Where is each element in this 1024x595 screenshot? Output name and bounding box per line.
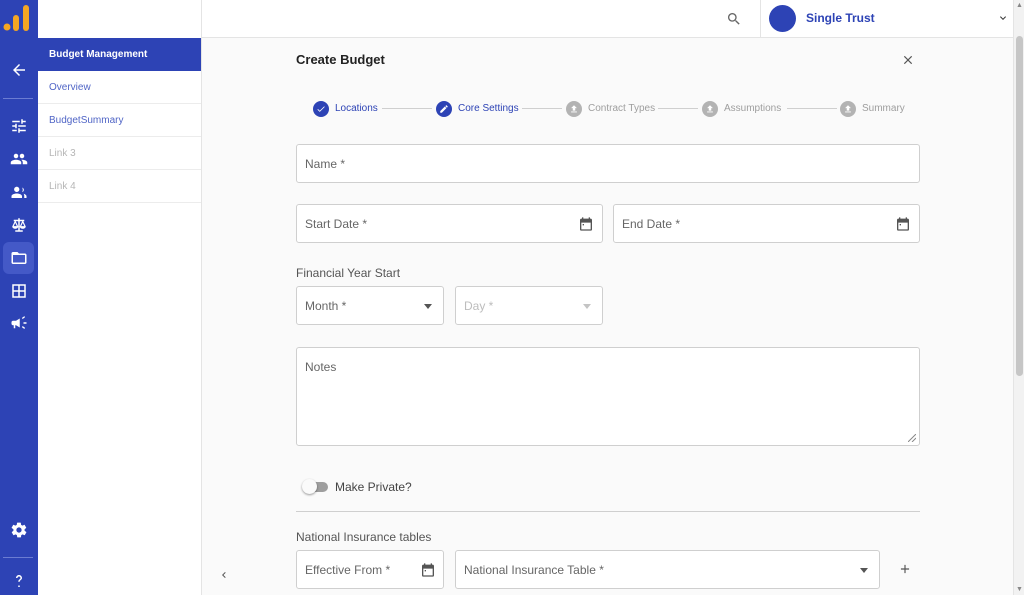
- stepper-connector: [658, 108, 698, 109]
- end-date-label: End Date *: [622, 217, 681, 231]
- section-divider: [296, 511, 920, 512]
- avatar[interactable]: [769, 5, 796, 32]
- chevron-down-icon[interactable]: [997, 12, 1009, 24]
- icon-rail: [0, 0, 38, 595]
- month-select[interactable]: Month *: [296, 286, 444, 325]
- group-icon[interactable]: [0, 177, 38, 207]
- dropdown-caret-icon: [424, 304, 432, 309]
- make-private-label: Make Private?: [335, 480, 412, 494]
- month-select-label: Month *: [305, 299, 347, 313]
- secondary-nav: Budget Management Overview BudgetSummary…: [38, 0, 202, 595]
- step-summary[interactable]: Summary: [840, 100, 905, 117]
- close-icon[interactable]: [901, 53, 915, 67]
- top-bar: Single Trust: [202, 0, 1013, 38]
- calendar-icon[interactable]: [420, 562, 436, 578]
- nav-section-title[interactable]: Budget Management: [38, 38, 201, 71]
- step-label: Locations: [335, 103, 378, 114]
- step-locations[interactable]: Locations: [313, 100, 378, 117]
- help-icon[interactable]: [0, 566, 38, 595]
- upload-icon: [702, 100, 718, 117]
- step-label: Core Settings: [458, 103, 519, 114]
- make-private-toggle[interactable]: [302, 479, 328, 494]
- day-select-label: Day *: [464, 299, 494, 313]
- ni-table-label: National Insurance Table *: [464, 563, 604, 577]
- step-label: Contract Types: [588, 103, 656, 114]
- stepper-connector: [382, 108, 432, 109]
- name-field[interactable]: Name *: [296, 144, 920, 183]
- nav-item-overview[interactable]: Overview: [38, 71, 201, 104]
- page-title: Create Budget: [296, 52, 385, 67]
- scrollbar-thumb[interactable]: [1016, 36, 1023, 376]
- table-icon[interactable]: [0, 276, 38, 306]
- nav-item-link-3: Link 3: [38, 137, 201, 170]
- upload-icon: [566, 100, 582, 117]
- stepper-connector: [787, 108, 837, 109]
- nav-item-link-4: Link 4: [38, 170, 201, 203]
- dropdown-caret-icon: [860, 568, 868, 573]
- user-name[interactable]: Single Trust: [806, 11, 875, 25]
- page-scrollbar[interactable]: ▲ ▼: [1013, 0, 1024, 595]
- notes-textarea[interactable]: Notes: [296, 347, 920, 446]
- step-label: Summary: [862, 103, 905, 114]
- effective-from-field[interactable]: Effective From *: [296, 550, 444, 589]
- stepper-connector: [522, 108, 562, 109]
- folder-icon[interactable]: [3, 242, 34, 274]
- day-select: Day *: [455, 286, 603, 325]
- settings-gear-icon[interactable]: [0, 515, 38, 545]
- people-icon[interactable]: [0, 144, 38, 174]
- step-core-settings[interactable]: Core Settings: [436, 100, 519, 117]
- sliders-icon[interactable]: [0, 111, 38, 141]
- add-icon[interactable]: [898, 562, 912, 576]
- calendar-icon[interactable]: [895, 216, 911, 232]
- pencil-icon: [436, 100, 452, 117]
- nav-item-budget-summary[interactable]: BudgetSummary: [38, 104, 201, 137]
- name-field-label: Name *: [305, 157, 346, 171]
- financial-year-label: Financial Year Start: [296, 266, 401, 280]
- notes-label: Notes: [305, 360, 337, 374]
- resize-handle-icon[interactable]: [908, 434, 916, 442]
- ni-tables-label: National Insurance tables: [296, 530, 432, 544]
- step-contract-types[interactable]: Contract Types: [566, 100, 655, 117]
- start-date-field[interactable]: Start Date *: [296, 204, 603, 243]
- rail-divider: [3, 557, 33, 558]
- rail-divider: [3, 98, 33, 99]
- check-icon: [313, 100, 329, 117]
- ni-table-select[interactable]: National Insurance Table *: [455, 550, 880, 589]
- app-logo[interactable]: [3, 5, 33, 31]
- scroll-up-arrow[interactable]: ▲: [1016, 2, 1023, 9]
- scroll-down-arrow[interactable]: ▼: [1016, 586, 1023, 593]
- step-assumptions[interactable]: Assumptions: [702, 100, 781, 117]
- campaign-icon[interactable]: [0, 308, 38, 338]
- step-label: Assumptions: [724, 103, 782, 114]
- search-icon[interactable]: [726, 11, 742, 27]
- dropdown-caret-icon: [583, 304, 591, 309]
- calendar-icon[interactable]: [578, 216, 594, 232]
- toggle-knob: [302, 479, 317, 494]
- topbar-divider: [760, 0, 761, 38]
- start-date-label: Start Date *: [305, 217, 368, 231]
- back-arrow-icon[interactable]: [0, 55, 38, 85]
- end-date-field[interactable]: End Date *: [613, 204, 920, 243]
- scales-icon[interactable]: [0, 210, 38, 240]
- upload-icon: [840, 100, 856, 117]
- effective-from-label: Effective From *: [305, 563, 391, 577]
- chevron-left-icon[interactable]: [218, 569, 230, 581]
